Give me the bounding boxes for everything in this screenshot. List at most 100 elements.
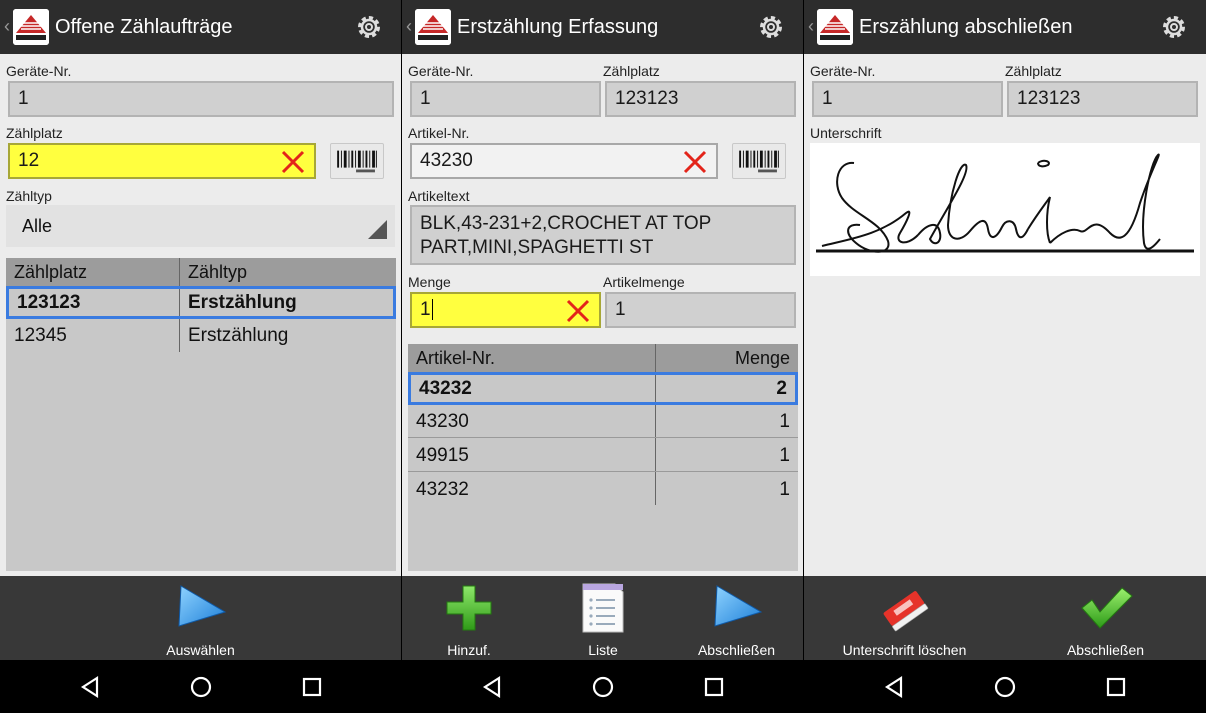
nav-recents-icon[interactable]	[299, 674, 325, 700]
nav-home-icon[interactable]	[188, 674, 214, 700]
system-nav-bar	[804, 660, 1206, 713]
artikel-label: Artikel-Nr.	[408, 125, 470, 141]
nav-back-icon[interactable]	[882, 674, 908, 700]
app-logo-icon[interactable]	[13, 9, 49, 45]
list-document-icon	[582, 583, 624, 633]
menge-input[interactable]: 1	[410, 292, 601, 328]
select-button[interactable]: Auswählen	[0, 576, 401, 660]
add-label: Hinzuf.	[447, 642, 491, 658]
nav-back-icon[interactable]	[480, 674, 506, 700]
zaehltyp-selected: Alle	[22, 216, 53, 236]
artikel-input[interactable]: 43230	[410, 143, 718, 179]
back-chevron-icon[interactable]: ‹	[406, 16, 412, 37]
table-header: Artikel-Nr. Menge	[408, 344, 798, 372]
list-label: Liste	[588, 642, 618, 658]
finish-label: Abschließen	[1066, 642, 1145, 658]
table-row[interactable]: 123123 Erstzählung	[6, 286, 396, 319]
cell-artikel: 43232	[419, 378, 472, 399]
zaehlplatz-label: Zählplatz	[6, 125, 63, 141]
cell-zaehlplatz: 123123	[17, 292, 81, 313]
geraete-label: Geräte-Nr.	[810, 63, 876, 79]
zaehltyp-dropdown[interactable]: Alle	[6, 205, 395, 247]
app-logo-icon[interactable]	[415, 9, 451, 45]
back-chevron-icon[interactable]: ‹	[4, 16, 10, 37]
nav-recents-icon[interactable]	[1103, 674, 1129, 700]
zaehlplatz-value: 12	[18, 150, 40, 171]
zaehlplatz-label: Zählplatz	[603, 63, 660, 79]
geraete-field: 1	[410, 81, 601, 117]
column-header-artikel[interactable]: Artikel-Nr.	[408, 344, 503, 372]
content-area: Geräte-Nr. 1 Zählplatz 123123 Unterschri…	[804, 54, 1206, 576]
add-button[interactable]: Hinzuf.	[402, 576, 536, 660]
finish-button[interactable]: Abschließen	[1005, 576, 1206, 660]
nav-home-icon[interactable]	[992, 674, 1018, 700]
barcode-icon[interactable]	[330, 143, 384, 179]
page-title: Erstzählung Erfassung	[457, 16, 659, 38]
action-bar: ‹ Erstzählung Erfassung	[402, 0, 803, 54]
cell-menge: 2	[776, 378, 787, 399]
dropdown-arrow-icon	[368, 220, 387, 239]
list-button[interactable]: Liste	[536, 576, 670, 660]
content-area: Geräte-Nr. 1 Zählplatz 12 Zähltyp Alle Z…	[0, 54, 401, 576]
column-header-zaehlplatz[interactable]: Zählplatz	[6, 258, 95, 286]
text-cursor	[431, 299, 433, 320]
artikel-value: 43230	[420, 150, 473, 171]
artikeltext-line-2: PART,MINI,SPAGHETTI ST	[420, 237, 654, 258]
gear-icon[interactable]	[1160, 13, 1188, 41]
zaehlplatz-field: 123123	[1007, 81, 1198, 117]
content-area: Geräte-Nr. 1 Zählplatz 123123 Artikel-Nr…	[402, 54, 803, 576]
artikeltext-line-1: BLK,43-231+2,CROCHET AT TOP	[420, 213, 712, 234]
action-bar: ‹ Erszählung abschließen	[804, 0, 1206, 54]
cell-zaehltyp: Erstzählung	[188, 325, 289, 346]
app-logo-icon[interactable]	[817, 9, 853, 45]
screen-finish-count: ‹ Erszählung abschließen Geräte-Nr. 1 Zä…	[804, 0, 1206, 713]
zaehlplatz-input[interactable]: 12	[8, 143, 316, 179]
select-label: Auswählen	[166, 642, 235, 658]
table-row[interactable]: 43232 2	[408, 372, 798, 405]
signature-label: Unterschrift	[810, 125, 882, 141]
zaehlplatz-field: 123123	[605, 81, 796, 117]
geraete-field: 1	[8, 81, 394, 117]
gear-icon[interactable]	[355, 13, 383, 41]
table-row[interactable]: 49915 1	[408, 439, 798, 472]
table-row[interactable]: 43232 1	[408, 473, 798, 506]
table-row[interactable]: 12345 Erstzählung	[6, 319, 396, 352]
bottom-action-bar: Unterschrift löschen Abschließen	[804, 576, 1206, 660]
cell-menge: 1	[779, 479, 790, 500]
bottom-action-bar: Hinzuf. Liste Abschließen	[402, 576, 803, 660]
play-arrow-icon	[713, 585, 762, 627]
back-chevron-icon[interactable]: ‹	[808, 16, 814, 37]
cell-menge: 1	[779, 411, 790, 432]
geraete-field: 1	[812, 81, 1003, 117]
clear-x-icon[interactable]	[280, 149, 306, 175]
action-bar: ‹ Offene Zählaufträge	[0, 0, 401, 54]
bottom-action-bar: Auswählen	[0, 576, 401, 660]
finish-button[interactable]: Abschließen	[670, 576, 803, 660]
page-title: Erszählung abschließen	[859, 16, 1073, 38]
clear-x-icon[interactable]	[682, 149, 708, 175]
checkmark-icon	[1080, 587, 1133, 629]
nav-home-icon[interactable]	[590, 674, 616, 700]
plus-icon	[446, 585, 492, 631]
clear-x-icon[interactable]	[565, 298, 591, 324]
cell-zaehltyp: Erstzählung	[188, 292, 297, 313]
eraser-icon	[883, 591, 928, 632]
gear-icon[interactable]	[757, 13, 785, 41]
cell-zaehlplatz: 12345	[14, 325, 67, 346]
column-header-menge[interactable]: Menge	[727, 344, 798, 372]
screen-first-count-entry: ‹ Erstzählung Erfassung Geräte-Nr. 1 Zäh…	[402, 0, 803, 713]
clear-signature-label: Unterschrift löschen	[842, 642, 967, 658]
menge-value: 1	[420, 299, 431, 320]
table-header: Zählplatz Zähltyp	[6, 258, 396, 286]
system-nav-bar	[402, 660, 803, 713]
play-arrow-icon	[177, 585, 226, 627]
nav-recents-icon[interactable]	[701, 674, 727, 700]
table-row[interactable]: 43230 1	[408, 405, 798, 438]
column-header-zaehltyp[interactable]: Zähltyp	[180, 258, 255, 286]
zaehlplatz-label: Zählplatz	[1005, 63, 1062, 79]
signature-pad[interactable]	[810, 143, 1200, 276]
clear-signature-button[interactable]: Unterschrift löschen	[804, 576, 1005, 660]
barcode-icon[interactable]	[732, 143, 786, 179]
nav-back-icon[interactable]	[78, 674, 104, 700]
finish-label: Abschließen	[697, 642, 776, 658]
